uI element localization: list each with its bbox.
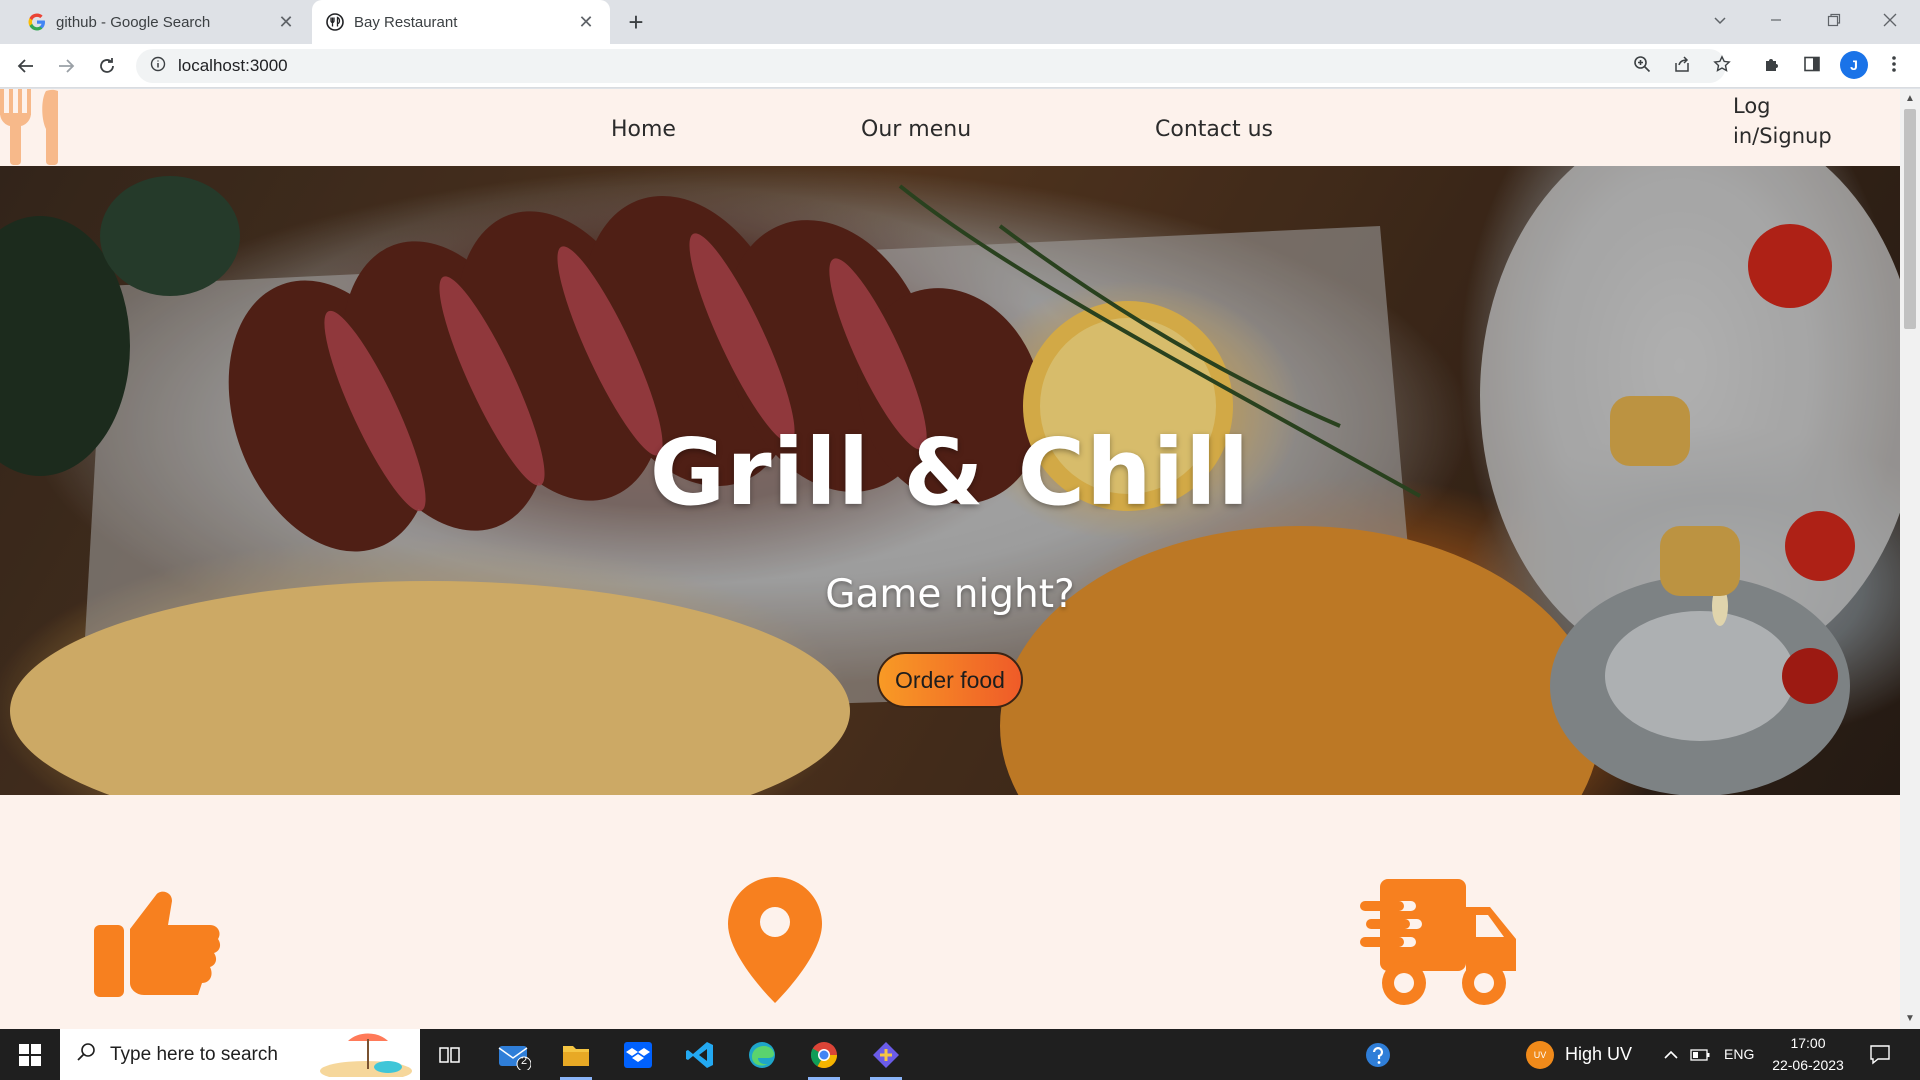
page-scrollbar[interactable]: ▲ ▼ xyxy=(1900,89,1920,1029)
taskbar-clock[interactable]: 17:00 22-06-2023 xyxy=(1770,1032,1846,1076)
windows-start-icon[interactable] xyxy=(0,1029,60,1080)
tab-search-chevron-icon[interactable] xyxy=(1696,0,1744,40)
address-bar[interactable]: localhost:3000 xyxy=(136,49,1726,83)
google-icon xyxy=(28,13,46,31)
search-highlight-beach-icon xyxy=(318,1031,414,1080)
site-navbar: Home Our menu Contact us Log in/Signup xyxy=(0,89,1900,166)
back-arrow-icon[interactable] xyxy=(12,52,40,80)
extensions-puzzle-icon[interactable] xyxy=(1760,52,1784,76)
thumbs-up-icon xyxy=(94,887,222,1004)
order-food-button[interactable]: Order food xyxy=(877,652,1023,708)
nav-home-link[interactable]: Home xyxy=(611,117,676,142)
location-pin-icon xyxy=(728,877,822,1008)
vscode-icon[interactable] xyxy=(676,1034,724,1076)
language-indicator[interactable]: ENG xyxy=(1724,1046,1754,1062)
browser-menu-icon[interactable] xyxy=(1882,52,1906,76)
search-icon xyxy=(76,1042,96,1067)
tab-bay-restaurant[interactable]: Bay Restaurant ✕ xyxy=(312,0,610,44)
task-view-icon[interactable] xyxy=(426,1034,474,1076)
nav-menu-link[interactable]: Our menu xyxy=(861,117,971,142)
uv-weather-icon[interactable]: UV xyxy=(1526,1041,1554,1069)
taskbar-search-box[interactable]: Type here to search xyxy=(60,1029,420,1080)
taskbar-search-placeholder: Type here to search xyxy=(110,1043,278,1065)
scroll-up-arrow-icon[interactable]: ▲ xyxy=(1900,91,1920,105)
hero-subtitle: Game night? xyxy=(825,572,1075,617)
browser-toolbar: localhost:3000 xyxy=(0,44,1920,88)
tab-title: github - Google Search xyxy=(56,13,211,31)
help-icon[interactable] xyxy=(1354,1034,1402,1076)
share-icon[interactable] xyxy=(1670,52,1694,76)
weather-badge: UV xyxy=(1533,1050,1547,1060)
restaurant-favicon-icon xyxy=(326,13,344,31)
tab-title: Bay Restaurant xyxy=(354,13,458,31)
git-tool-icon[interactable] xyxy=(862,1034,910,1080)
hero-banner: Grill & Chill Game night? Order food xyxy=(0,166,1900,795)
file-explorer-icon[interactable] xyxy=(552,1034,600,1080)
tab-google-search[interactable]: github - Google Search ✕ xyxy=(14,0,310,44)
minimize-icon[interactable] xyxy=(1752,0,1800,40)
nav-login-link[interactable]: Log in/Signup xyxy=(1733,91,1863,151)
scroll-thumb[interactable] xyxy=(1904,109,1916,329)
mail-badge: 2 xyxy=(521,1055,528,1067)
edge-icon[interactable] xyxy=(738,1034,786,1076)
close-window-icon[interactable] xyxy=(1866,0,1914,40)
nav-contact-link[interactable]: Contact us xyxy=(1155,117,1273,142)
clock-date: 22-06-2023 xyxy=(1772,1057,1844,1073)
bookmark-star-icon[interactable] xyxy=(1710,52,1734,76)
dropbox-icon[interactable] xyxy=(614,1034,662,1076)
profile-avatar[interactable]: J xyxy=(1840,51,1868,79)
address-url[interactable]: localhost:3000 xyxy=(178,56,288,76)
notifications-icon[interactable] xyxy=(1860,1034,1900,1076)
hero-title: Grill & Chill xyxy=(649,419,1251,526)
clock-time: 17:00 xyxy=(1790,1035,1826,1051)
tab-close-icon[interactable]: ✕ xyxy=(576,12,596,32)
reload-icon[interactable] xyxy=(93,52,121,80)
features-section xyxy=(0,795,1900,1029)
delivery-truck-icon xyxy=(1360,879,1518,1010)
zoom-icon[interactable] xyxy=(1630,52,1654,76)
site-info-icon[interactable] xyxy=(150,56,166,77)
browser-tab-strip: github - Google Search ✕ Bay Restaurant … xyxy=(0,0,1920,44)
windows-taskbar: Type here to search 2 UV High UV ENG 17:… xyxy=(0,1029,1920,1080)
chrome-icon[interactable] xyxy=(800,1034,848,1080)
weather-text[interactable]: High UV xyxy=(1565,1044,1632,1065)
scroll-down-arrow-icon[interactable]: ▼ xyxy=(1900,1011,1920,1025)
new-tab-button[interactable]: + xyxy=(622,7,650,37)
side-panel-icon[interactable] xyxy=(1800,52,1824,76)
fork-spoon-logo-icon[interactable] xyxy=(0,89,70,165)
tab-close-icon[interactable]: ✕ xyxy=(276,12,296,32)
restore-icon[interactable] xyxy=(1810,0,1858,40)
battery-icon[interactable] xyxy=(1680,1034,1720,1076)
page-viewport: Home Our menu Contact us Log in/Signup G… xyxy=(0,89,1920,1029)
forward-arrow-icon[interactable] xyxy=(52,52,80,80)
mail-app-icon[interactable]: 2 xyxy=(490,1034,538,1076)
